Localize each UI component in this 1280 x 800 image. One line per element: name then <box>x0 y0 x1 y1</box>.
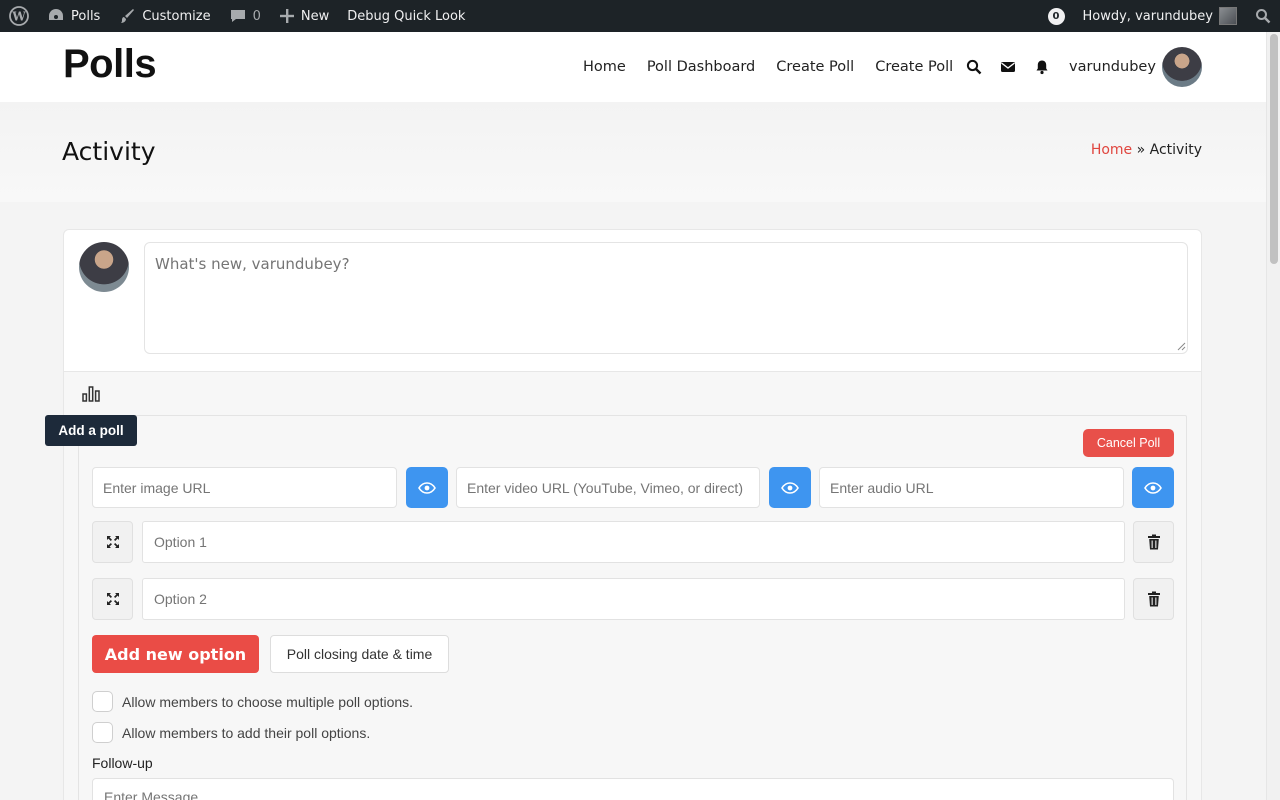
audio-url-input[interactable] <box>819 467 1124 508</box>
wordpress-icon: W <box>9 6 29 26</box>
drag-handle[interactable] <box>92 521 133 563</box>
nav-home[interactable]: Home <box>583 59 626 75</box>
page-scrollbar[interactable] <box>1266 32 1280 800</box>
scrollbar-thumb[interactable] <box>1270 34 1278 264</box>
new-label: New <box>300 8 330 24</box>
eye-icon <box>1144 481 1162 494</box>
bell-icon[interactable] <box>1034 59 1050 75</box>
breadcrumb-home[interactable]: Home <box>1091 142 1132 158</box>
eye-icon <box>418 481 436 494</box>
header-username[interactable]: varundubey <box>1069 32 1156 102</box>
site-logo[interactable]: Polls <box>63 42 157 87</box>
breadcrumb: Home » Activity <box>1091 142 1202 158</box>
admin-avatar <box>1219 7 1237 25</box>
poll-option-row <box>92 578 1174 620</box>
comment-icon <box>230 10 245 22</box>
svg-text:W: W <box>11 10 26 24</box>
howdy-label: Howdy, varundubey <box>1082 8 1214 24</box>
breadcrumb-separator: » <box>1132 142 1150 158</box>
my-account-link[interactable]: Howdy, varundubey <box>1074 0 1247 32</box>
trash-icon <box>1147 591 1160 607</box>
header-avatar[interactable] <box>1162 47 1202 87</box>
nav-poll-dashboard[interactable]: Poll Dashboard <box>647 59 755 75</box>
poll-option-row <box>92 521 1174 563</box>
drag-handle[interactable] <box>92 578 133 620</box>
brush-icon <box>121 9 135 23</box>
user-avatar[interactable] <box>79 242 129 292</box>
image-preview-button[interactable] <box>406 467 448 508</box>
debug-label: Debug Quick Look <box>347 8 466 24</box>
breadcrumb-current: Activity <box>1149 142 1202 158</box>
header-icons <box>966 32 1050 102</box>
site-name-link[interactable]: Polls <box>38 0 109 32</box>
delete-option-button[interactable] <box>1133 521 1174 563</box>
envelope-icon[interactable] <box>1000 59 1016 75</box>
whats-new-textarea[interactable] <box>144 242 1188 354</box>
new-content-link[interactable]: New <box>270 0 338 32</box>
allow-add-checkbox[interactable] <box>92 722 113 743</box>
admin-search-button[interactable] <box>1246 0 1280 32</box>
debug-quick-look-link[interactable]: Debug Quick Look <box>338 0 474 32</box>
add-poll-tooltip: Add a poll <box>45 415 137 446</box>
notification-count: 0 <box>1047 7 1065 25</box>
audio-preview-button[interactable] <box>1132 467 1174 508</box>
option-2-input[interactable] <box>142 578 1125 620</box>
page-header: Activity Home » Activity <box>0 102 1266 202</box>
poll-form: Cancel Poll Add new option Poll closing … <box>78 415 1187 800</box>
notifications-link[interactable]: 0 <box>1039 0 1074 32</box>
followup-label: Follow-up <box>92 755 153 771</box>
add-new-option-button[interactable]: Add new option <box>92 635 259 673</box>
trash-icon <box>1147 534 1160 550</box>
image-url-input[interactable] <box>92 467 397 508</box>
main-nav: Home Poll Dashboard Create Poll Create P… <box>583 32 953 102</box>
customize-link[interactable]: Customize <box>109 0 219 32</box>
resize-grip-icon[interactable] <box>1177 342 1186 351</box>
followup-message-input[interactable] <box>92 778 1174 800</box>
cancel-poll-button[interactable]: Cancel Poll <box>1083 429 1174 457</box>
video-url-input[interactable] <box>456 467 760 508</box>
admin-bar: W Polls Customize 0 New Debug Quick Look… <box>0 0 1280 32</box>
dashboard-icon <box>49 9 63 20</box>
delete-option-button[interactable] <box>1133 578 1174 620</box>
plus-icon <box>279 9 294 23</box>
eye-icon <box>781 481 799 494</box>
search-icon <box>1256 9 1271 24</box>
poll-chart-icon[interactable] <box>82 386 100 402</box>
nav-create-poll[interactable]: Create Poll <box>776 59 854 75</box>
allow-multiple-label: Allow members to choose multiple poll op… <box>122 693 414 710</box>
move-arrows-icon <box>106 536 119 548</box>
site-name-label: Polls <box>71 8 101 24</box>
search-icon[interactable] <box>966 59 982 75</box>
poll-closing-date-button[interactable]: Poll closing date & time <box>270 635 449 673</box>
allow-multiple-checkbox[interactable] <box>92 691 113 712</box>
move-arrows-icon <box>106 593 119 605</box>
page-title: Activity <box>62 137 156 166</box>
video-preview-button[interactable] <box>769 467 811 508</box>
comments-count: 0 <box>252 8 261 24</box>
allow-multiple-option[interactable]: Allow members to choose multiple poll op… <box>92 691 413 712</box>
allow-add-label: Allow members to add their poll options. <box>122 724 371 741</box>
comments-link[interactable]: 0 <box>220 0 270 32</box>
site-header: Polls Home Poll Dashboard Create Poll Cr… <box>0 32 1266 102</box>
allow-add-option[interactable]: Allow members to add their poll options. <box>92 722 370 743</box>
nav-create-poll-2[interactable]: Create Poll <box>875 59 953 75</box>
wordpress-logo-button[interactable]: W <box>0 0 38 32</box>
customize-label: Customize <box>142 8 211 24</box>
option-1-input[interactable] <box>142 521 1125 563</box>
